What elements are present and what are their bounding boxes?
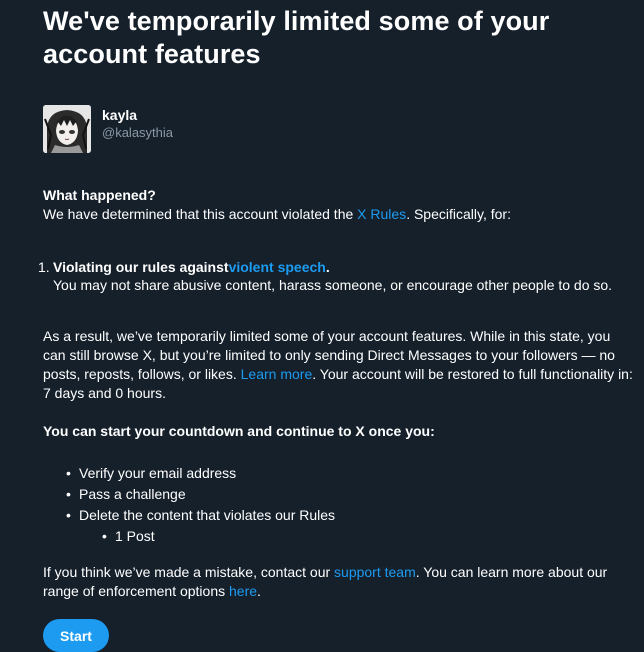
result-text: As a result, we’ve temporarily limited s… <box>43 327 635 403</box>
x-rules-link[interactable]: X Rules <box>357 206 406 222</box>
sub-steps: • 1 Post <box>79 526 633 547</box>
what-happened-text-after: . Specifically, for: <box>406 206 511 222</box>
user-card: kayla @kalasythia <box>43 105 633 153</box>
list-item: • Verify your email address <box>66 463 633 484</box>
user-info: kayla @kalasythia <box>102 107 173 141</box>
countdown-section: You can start your countdown and continu… <box>43 422 633 547</box>
violation-description: You may not share abusive content, haras… <box>53 277 613 293</box>
mistake-text: If you think we’ve made a mistake, conta… <box>43 563 635 601</box>
countdown-steps: • Verify your email address • Pass a chall… <box>43 463 633 547</box>
list-item: • Pass a challenge <box>66 484 633 505</box>
learn-more-link[interactable]: Learn more <box>241 366 313 382</box>
what-happened-text-before: We have determined that this account vio… <box>43 206 358 222</box>
violation-number: 1. <box>38 259 50 275</box>
what-happened-section: What happened? We have determined that t… <box>43 186 633 224</box>
step-label: Pass a challenge <box>79 486 186 502</box>
enforcement-here-link[interactable]: here <box>229 583 257 599</box>
violation-title-before: Violating our rules against <box>53 259 229 275</box>
mistake-text-after: . <box>257 583 261 599</box>
countdown-heading: You can start your countdown and continu… <box>43 423 435 439</box>
mistake-text-before: If you think we’ve made a mistake, conta… <box>43 564 335 580</box>
bullet-icon: • <box>66 465 71 481</box>
what-happened-text: We have determined that this account vio… <box>43 205 633 224</box>
violent-speech-link[interactable]: violent speech <box>229 258 326 276</box>
avatar-image <box>43 105 91 153</box>
violation-title-after: . <box>325 259 330 275</box>
display-name: kayla <box>102 107 138 123</box>
sub-list-item: • 1 Post <box>102 526 633 547</box>
limitation-notice: We've temporarily limited some of your a… <box>38 0 635 652</box>
page-title: We've temporarily limited some of your a… <box>43 6 550 69</box>
bullet-icon: • <box>66 486 71 502</box>
step-label: Verify your email address <box>79 465 237 481</box>
step-label: Delete the content that violates our Rul… <box>79 507 336 523</box>
violation-title: 1. Violating our rules against violent s… <box>38 258 633 276</box>
start-button[interactable]: Start <box>43 619 109 652</box>
list-item: • Delete the content that violates our Ru… <box>66 505 633 547</box>
bullet-icon: • <box>66 507 71 523</box>
violation-item: 1. Violating our rules against violent s… <box>38 258 633 294</box>
violations-list: 1. Violating our rules against violent s… <box>38 258 633 294</box>
sub-step-label: 1 Post <box>115 528 155 544</box>
bullet-icon: • <box>102 528 107 544</box>
user-handle: @kalasythia <box>102 125 174 140</box>
avatar <box>43 105 91 153</box>
support-team-link[interactable]: support team <box>334 564 416 580</box>
what-happened-heading: What happened? <box>43 187 156 203</box>
